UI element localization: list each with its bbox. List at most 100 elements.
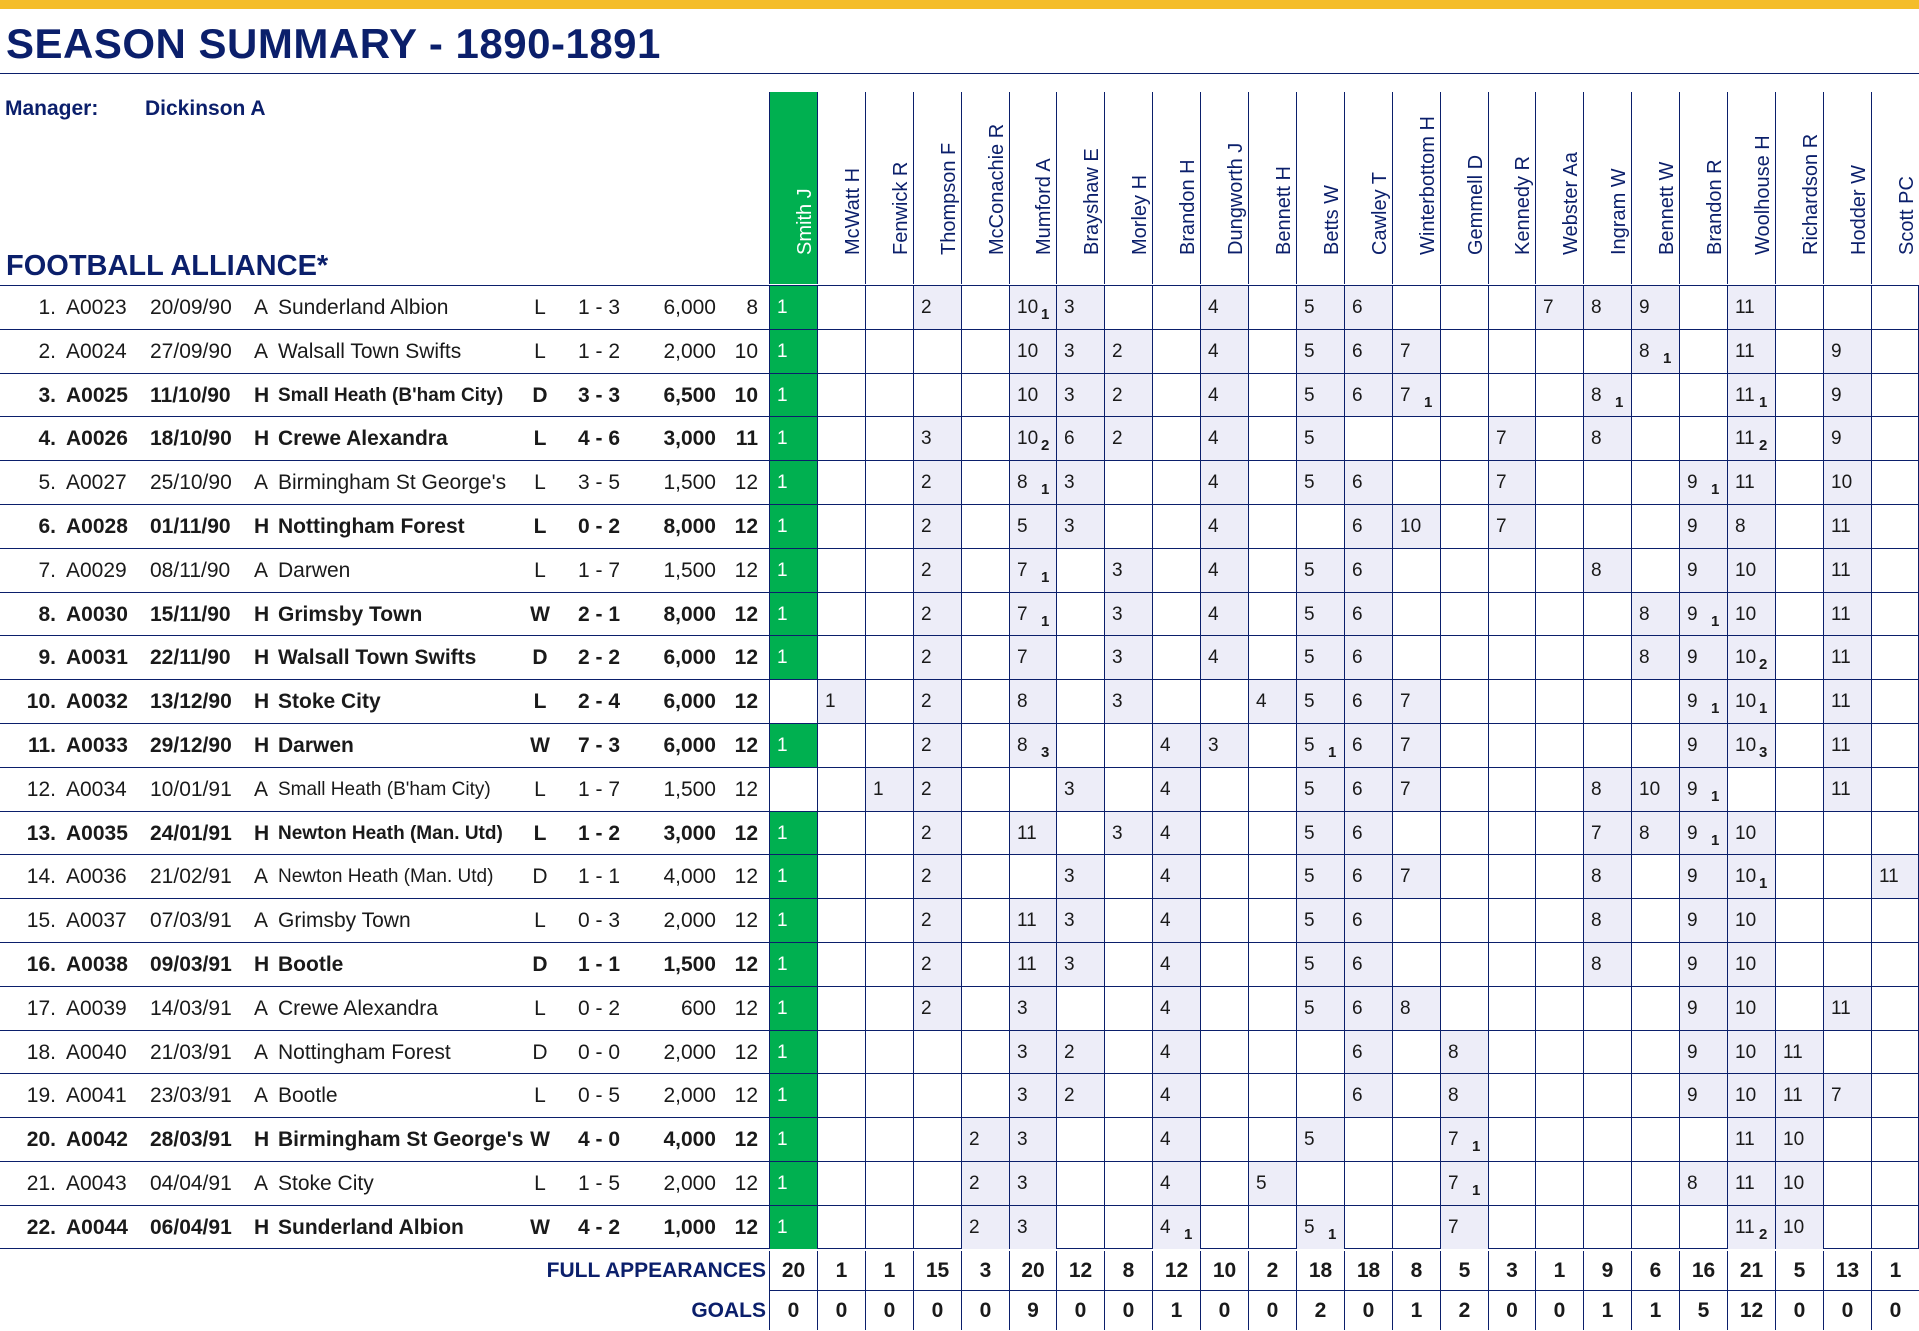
player-cell: 8 [1631,812,1679,855]
accent-bar [0,0,1919,9]
league-position: 10 [734,384,758,407]
player-cell: 1 [769,286,817,329]
match-date: 14/03/91 [150,997,232,1020]
match-venue: H [254,646,270,669]
player-cell: 4 [1152,768,1200,811]
player-cell [1488,768,1535,811]
match-result: L [533,822,547,845]
player-cell [1775,855,1823,898]
player-cell [1152,549,1200,592]
goals-total: 1 [1392,1291,1440,1330]
goals-total: 12 [1727,1291,1775,1330]
match-opponent: Darwen [278,734,354,757]
appearances-total: 21 [1727,1251,1775,1290]
shirt-number: 10 [1735,954,1757,975]
player-cell [865,899,913,942]
player-cell [961,855,1009,898]
shirt-number: 11 [1831,560,1851,581]
player-cell [1871,1206,1919,1249]
player-cell: 71 [1009,549,1056,592]
player-cell [865,286,913,329]
player-name: Brandon R [1703,159,1726,255]
player-cell [1248,505,1296,548]
player-name: Kennedy R [1512,156,1534,255]
shirt-number: 1 [777,954,788,975]
shirt-number: 6 [1352,954,1363,975]
player-cell [1248,724,1296,767]
shirt-number: 1 [777,1085,788,1106]
shirt-number: 4 [1160,954,1171,975]
player-cell [865,593,913,636]
match-venue: A [254,1172,269,1195]
match-code: A0025 [66,384,128,407]
match-score: 0 - 3 [577,909,621,932]
player-cell: 91 [1679,812,1727,855]
player-column-header: Cawley T [1344,92,1392,284]
match-attendance: 1,500 [663,778,716,801]
player-cell: 10 [1631,768,1679,811]
player-cell [769,768,817,811]
match-result: D [532,1041,548,1064]
shirt-number: 10 [1735,691,1757,712]
player-cell: 2 [1104,330,1152,373]
player-cell: 3 [1104,636,1152,679]
shirt-number: 5 [1304,1217,1315,1238]
player-name: McConachie R [985,123,1008,255]
player-cell [1104,1118,1152,1161]
player-cell [1488,593,1535,636]
shirt-number: 11 [1831,516,1851,537]
player-cell: 6 [1344,987,1392,1030]
player-name: Dungworth J [1224,142,1247,255]
match-row: 17. A0039 14/03/91 A Crewe Alexandra L 0 - 2 60… [0,986,1919,1030]
match-number: 5. [38,471,56,494]
goals-total: 0 [1200,1291,1248,1330]
match-opponent: Small Heath (B'ham City) [278,779,491,800]
player-cell: 5 [1296,286,1344,329]
player-cell [1152,286,1200,329]
match-code: A0028 [66,515,128,538]
player-cell [817,374,865,417]
player-cell: 5 [1296,899,1344,942]
match-row: 14. A0036 21/02/91 A Newton Heath (Man. Utd)… [0,854,1919,898]
player-cell [1823,1162,1871,1205]
player-cell [1679,286,1727,329]
shirt-number: 5 [1304,647,1315,668]
player-cell [1200,855,1248,898]
player-cell [1392,1206,1440,1249]
player-cell [1056,636,1104,679]
shirt-number: 5 [1017,516,1028,537]
match-row: 18. A0040 21/03/91 A Nottingham Forest D 0 - 0… [0,1030,1919,1074]
player-cell [1152,417,1200,460]
player-cell [1823,1206,1871,1249]
player-cell [1631,505,1679,548]
player-cell [1823,899,1871,942]
shirt-number: 4 [1208,560,1219,581]
goals-scored: 1 [1041,306,1050,323]
match-result: W [530,1128,550,1151]
player-cell [817,1074,865,1117]
match-score: 1 - 5 [577,1172,621,1195]
shirt-number: 8 [1017,472,1028,493]
goals-scored: 1 [1041,613,1050,630]
match-row: 3. A0025 11/10/90 H Small Heath (B'ham City)… [0,373,1919,417]
player-cell: 4 [1200,549,1248,592]
shirt-number: 2 [921,297,932,318]
player-cell: 1 [769,1031,817,1074]
match-opponent: Newton Heath (Man. Utd) [278,866,494,887]
player-cell: 3 [1056,374,1104,417]
match-opponent: Crewe Alexandra [278,427,448,450]
player-cell [817,724,865,767]
player-cell [961,461,1009,504]
match-result: L [534,296,546,319]
shirt-number: 5 [1304,735,1315,756]
player-cell: 3 [1056,286,1104,329]
player-cell [913,374,961,417]
player-cell [961,1074,1009,1117]
match-code: A0029 [66,559,127,582]
match-row: 1. A0023 20/09/90 A Sunderland Albion L 1 - 3 6… [0,285,1919,329]
player-cell: 4 [1200,374,1248,417]
player-cell: 7 [1583,812,1631,855]
player-cell [1775,768,1823,811]
player-cell [1440,374,1488,417]
player-cell [817,987,865,1030]
